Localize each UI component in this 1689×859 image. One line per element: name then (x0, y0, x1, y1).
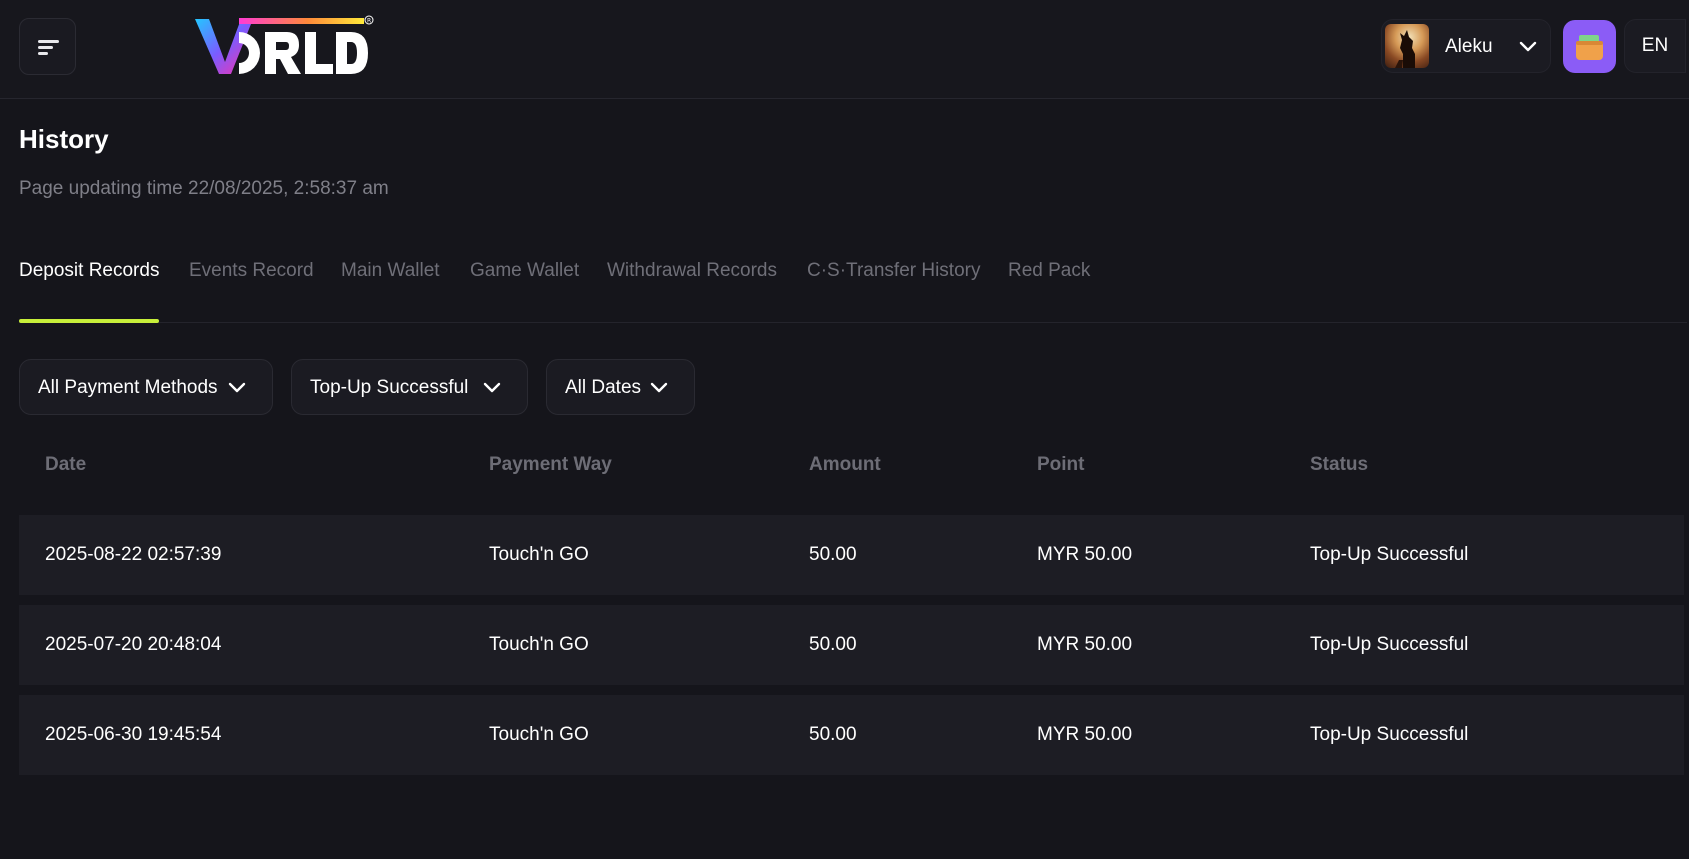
cell-status: Top-Up Successful (1310, 724, 1469, 745)
cell-point: MYR 50.00 (1037, 634, 1133, 655)
tab-red-pack[interactable]: Red Pack (1008, 260, 1090, 282)
language-selector[interactable]: EN (1624, 19, 1686, 73)
cell-point: MYR 50.00 (1037, 544, 1133, 565)
chevron-down-icon (483, 382, 501, 393)
active-tab-indicator (19, 319, 159, 323)
tab-cs-transfer-history[interactable]: C·S·Transfer History (807, 260, 980, 282)
wallet-icon (1576, 35, 1603, 60)
chevron-down-icon (650, 382, 668, 393)
status-filter-label: Top-Up Successful (310, 377, 469, 398)
cell-payment-way: Touch'n GO (489, 724, 589, 745)
column-header-amount: Amount (809, 454, 881, 475)
table-header: Date Payment Way Amount Point Status (19, 452, 1684, 486)
cell-status: Top-Up Successful (1310, 634, 1469, 655)
cell-amount: 50.00 (809, 724, 857, 745)
page-update-time: Page updating time 22/08/2025, 2:58:37 a… (19, 178, 389, 200)
column-header-status: Status (1310, 454, 1369, 475)
tab-deposit-records[interactable]: Deposit Records (19, 260, 159, 282)
wolf-avatar-icon (1395, 30, 1415, 68)
hamburger-menu-icon-bar (38, 46, 53, 49)
cell-date: 2025-06-30 19:45:54 (45, 724, 222, 745)
payment-method-filter[interactable]: All Payment Methods (19, 359, 273, 415)
wallet-button[interactable] (1563, 20, 1616, 73)
status-filter[interactable]: Top-Up Successful (291, 359, 528, 415)
cell-point: MYR 50.00 (1037, 724, 1133, 745)
column-header-date: Date (45, 454, 87, 475)
avatar (1385, 24, 1429, 68)
column-header-point: Point (1037, 454, 1085, 475)
cell-amount: 50.00 (809, 544, 857, 565)
vorld-logo-icon: R (195, 15, 374, 74)
chevron-down-icon (1519, 41, 1537, 52)
date-filter[interactable]: All Dates (546, 359, 695, 415)
cell-payment-way: Touch'n GO (489, 634, 589, 655)
user-account-menu[interactable]: Aleku (1381, 19, 1551, 73)
tab-events-record[interactable]: Events Record (189, 260, 314, 282)
brand-logo[interactable]: R (195, 14, 375, 80)
username-label: Aleku (1445, 36, 1493, 57)
table-row[interactable]: 2025-06-30 19:45:54 Touch'n GO 50.00 MYR… (19, 695, 1684, 775)
table-row[interactable]: 2025-07-20 20:48:04 Touch'n GO 50.00 MYR… (19, 605, 1684, 685)
cell-amount: 50.00 (809, 634, 857, 655)
hamburger-menu-icon (38, 40, 59, 43)
update-time-label: Page updating time 22/08/2025, 2:58:37 a… (19, 178, 389, 199)
cell-date: 2025-07-20 20:48:04 (45, 634, 222, 655)
date-filter-label: All Dates (565, 377, 642, 398)
chevron-down-icon (228, 382, 246, 393)
cell-date: 2025-08-22 02:57:39 (45, 544, 222, 565)
page-title: History (19, 124, 109, 154)
cell-status: Top-Up Successful (1310, 544, 1469, 565)
tab-withdrawal-records[interactable]: Withdrawal Records (607, 260, 777, 282)
cell-payment-way: Touch'n GO (489, 544, 589, 565)
tab-game-wallet[interactable]: Game Wallet (470, 260, 579, 282)
top-header: R Aleku EN (0, 0, 1689, 99)
hamburger-menu-icon-bar (38, 52, 48, 55)
menu-button[interactable] (19, 18, 76, 75)
history-tabs: Deposit Records Events Record Main Walle… (19, 250, 1687, 323)
payment-method-filter-label: All Payment Methods (38, 377, 218, 398)
column-header-payment-way: Payment Way (489, 454, 612, 475)
tab-main-wallet[interactable]: Main Wallet (341, 260, 440, 282)
svg-text:R: R (367, 18, 371, 25)
table-row[interactable]: 2025-08-22 02:57:39 Touch'n GO 50.00 MYR… (19, 515, 1684, 595)
